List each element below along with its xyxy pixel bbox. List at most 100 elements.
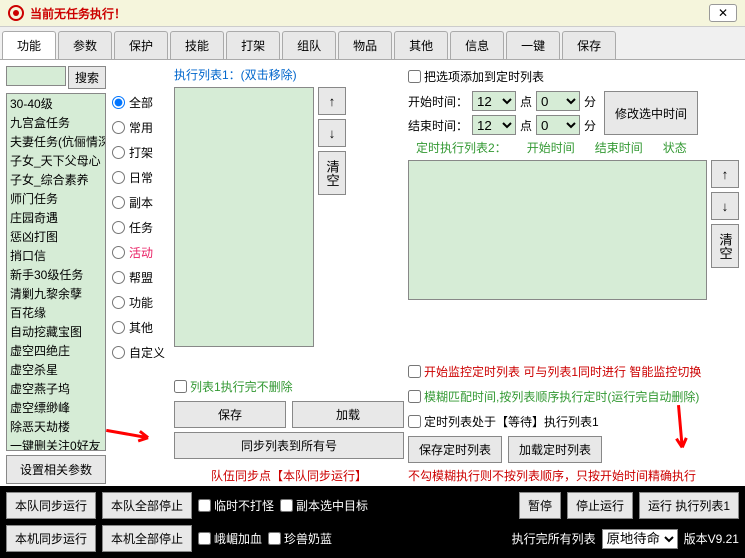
list-item[interactable]: 捎口信: [7, 246, 105, 265]
search-input[interactable]: [6, 66, 66, 86]
tab-0[interactable]: 功能: [2, 31, 56, 59]
tab-7[interactable]: 其他: [394, 31, 448, 59]
add-to-timed-label: 把选项添加到定时列表: [424, 68, 544, 85]
move-down-button[interactable]: ↓: [318, 119, 346, 147]
machine-sync-run-button[interactable]: 本机同步运行: [6, 525, 96, 552]
tab-4[interactable]: 打架: [226, 31, 280, 59]
version-label: 版本V9.21: [684, 530, 739, 547]
radio-打架[interactable]: 打架: [110, 140, 170, 165]
after-done-label: 执行完所有列表: [512, 530, 596, 547]
no-fight-label: 临时不打怪: [214, 497, 274, 514]
list-item[interactable]: 子女_综合素养: [7, 170, 105, 189]
pet-mana-checkbox[interactable]: [268, 532, 281, 545]
list-item[interactable]: 虚空燕子坞: [7, 379, 105, 398]
list-item[interactable]: 虚空四绝庄: [7, 341, 105, 360]
load-timed-button[interactable]: 加载定时列表: [508, 436, 602, 463]
tab-3[interactable]: 技能: [170, 31, 224, 59]
emei-heal-checkbox[interactable]: [198, 532, 211, 545]
clear-button[interactable]: 清空: [318, 151, 346, 195]
exec-list-1[interactable]: [174, 87, 314, 347]
stop-run-button[interactable]: 停止运行: [567, 492, 633, 519]
radio-任务[interactable]: 任务: [110, 215, 170, 240]
app-icon: [8, 5, 24, 21]
save-timed-button[interactable]: 保存定时列表: [408, 436, 502, 463]
close-button[interactable]: ✕: [709, 4, 737, 22]
wait-checkbox[interactable]: [408, 415, 421, 428]
radio-活动[interactable]: 活动: [110, 240, 170, 265]
col-start-header: 开始时间: [527, 139, 575, 156]
pet-mana-label: 珍兽奶蓝: [284, 530, 332, 547]
list-item[interactable]: 虚空杀星: [7, 360, 105, 379]
timed-down-button[interactable]: ↓: [711, 192, 739, 220]
tab-6[interactable]: 物品: [338, 31, 392, 59]
dungeon-target-label: 副本选中目标: [296, 497, 368, 514]
monitor-checkbox[interactable]: [408, 365, 421, 378]
search-button[interactable]: 搜索: [68, 66, 106, 89]
tab-5[interactable]: 组队: [282, 31, 336, 59]
start-min-select[interactable]: 0: [536, 91, 580, 111]
tab-9[interactable]: 一键: [506, 31, 560, 59]
fuzzy-label: 模糊匹配时间,按列表顺序执行定时(运行完自动删除): [424, 388, 699, 405]
timed-up-button[interactable]: ↑: [711, 160, 739, 188]
end-time-label: 结束时间：: [408, 117, 468, 134]
run-list1-button[interactable]: 运行 执行列表1: [639, 492, 739, 519]
list-item[interactable]: 除恶天劫楼: [7, 417, 105, 436]
radio-其他[interactable]: 其他: [110, 315, 170, 340]
exec-list-label: 执行列表1：(双击移除): [174, 66, 404, 83]
list-item[interactable]: 清剿九黎余孽: [7, 284, 105, 303]
tab-2[interactable]: 保护: [114, 31, 168, 59]
timed-clear-button[interactable]: 清空: [711, 224, 739, 268]
team-sync-label: 队伍同步点【本队同步运行】: [174, 463, 404, 484]
tab-8[interactable]: 信息: [450, 31, 504, 59]
modify-time-button[interactable]: 修改选中时间: [604, 91, 698, 135]
load-list-button[interactable]: 加载: [292, 401, 404, 428]
list-item[interactable]: 子女_天下父母心: [7, 151, 105, 170]
list-item[interactable]: 夫妻任务(伉俪情深): [7, 132, 105, 151]
monitor-label: 开始监控定时列表 可与列表1同时进行 智能监控切换: [424, 363, 701, 380]
add-to-timed-checkbox[interactable]: [408, 70, 421, 83]
save-list-button[interactable]: 保存: [174, 401, 286, 428]
after-done-select[interactable]: 原地待命: [602, 529, 678, 549]
team-stop-all-button[interactable]: 本队全部停止: [102, 492, 192, 519]
end-hour-select[interactable]: 12: [472, 115, 516, 135]
pause-button[interactable]: 暂停: [519, 492, 561, 519]
timed-list-label: 定时执行列表2：: [416, 139, 507, 156]
radio-全部[interactable]: 全部: [110, 90, 170, 115]
sync-all-button[interactable]: 同步列表到所有号: [174, 432, 404, 459]
radio-常用[interactable]: 常用: [110, 115, 170, 140]
radio-自定义[interactable]: 自定义: [110, 340, 170, 365]
list-item[interactable]: 30-40级: [7, 94, 105, 113]
list-item[interactable]: 九宫盒任务: [7, 113, 105, 132]
list-item[interactable]: 庄园奇遇: [7, 208, 105, 227]
list-item[interactable]: 一键删关注0好友: [7, 436, 105, 451]
list-item[interactable]: 自动挖藏宝图: [7, 322, 105, 341]
start-hour-select[interactable]: 12: [472, 91, 516, 111]
start-time-label: 开始时间：: [408, 93, 468, 110]
team-sync-run-button[interactable]: 本队同步运行: [6, 492, 96, 519]
end-min-select[interactable]: 0: [536, 115, 580, 135]
keep-after-exec-label: 列表1执行完不删除: [190, 378, 293, 395]
radio-日常[interactable]: 日常: [110, 165, 170, 190]
task-list[interactable]: 30-40级九宫盒任务夫妻任务(伉俪情深)子女_天下父母心子女_综合素养师门任务…: [6, 93, 106, 451]
fuzzy-checkbox[interactable]: [408, 390, 421, 403]
radio-帮盟[interactable]: 帮盟: [110, 265, 170, 290]
tab-1[interactable]: 参数: [58, 31, 112, 59]
col-status-header: 状态: [663, 139, 687, 156]
timed-exec-list[interactable]: [408, 160, 707, 300]
dungeon-target-checkbox[interactable]: [280, 499, 293, 512]
keep-after-exec-checkbox[interactable]: [174, 380, 187, 393]
radio-副本[interactable]: 副本: [110, 190, 170, 215]
set-params-button[interactable]: 设置相关参数: [6, 455, 106, 484]
list-item[interactable]: 新手30级任务: [7, 265, 105, 284]
no-fight-checkbox[interactable]: [198, 499, 211, 512]
machine-stop-all-button[interactable]: 本机全部停止: [102, 525, 192, 552]
list-item[interactable]: 虚空缥缈峰: [7, 398, 105, 417]
move-up-button[interactable]: ↑: [318, 87, 346, 115]
main-tabs: 功能参数保护技能打架组队物品其他信息一键保存: [0, 27, 745, 60]
radio-功能[interactable]: 功能: [110, 290, 170, 315]
list-item[interactable]: 师门任务: [7, 189, 105, 208]
list-item[interactable]: 惩凶打图: [7, 227, 105, 246]
tab-10[interactable]: 保存: [562, 31, 616, 59]
col-end-header: 结束时间: [595, 139, 643, 156]
list-item[interactable]: 百花缘: [7, 303, 105, 322]
